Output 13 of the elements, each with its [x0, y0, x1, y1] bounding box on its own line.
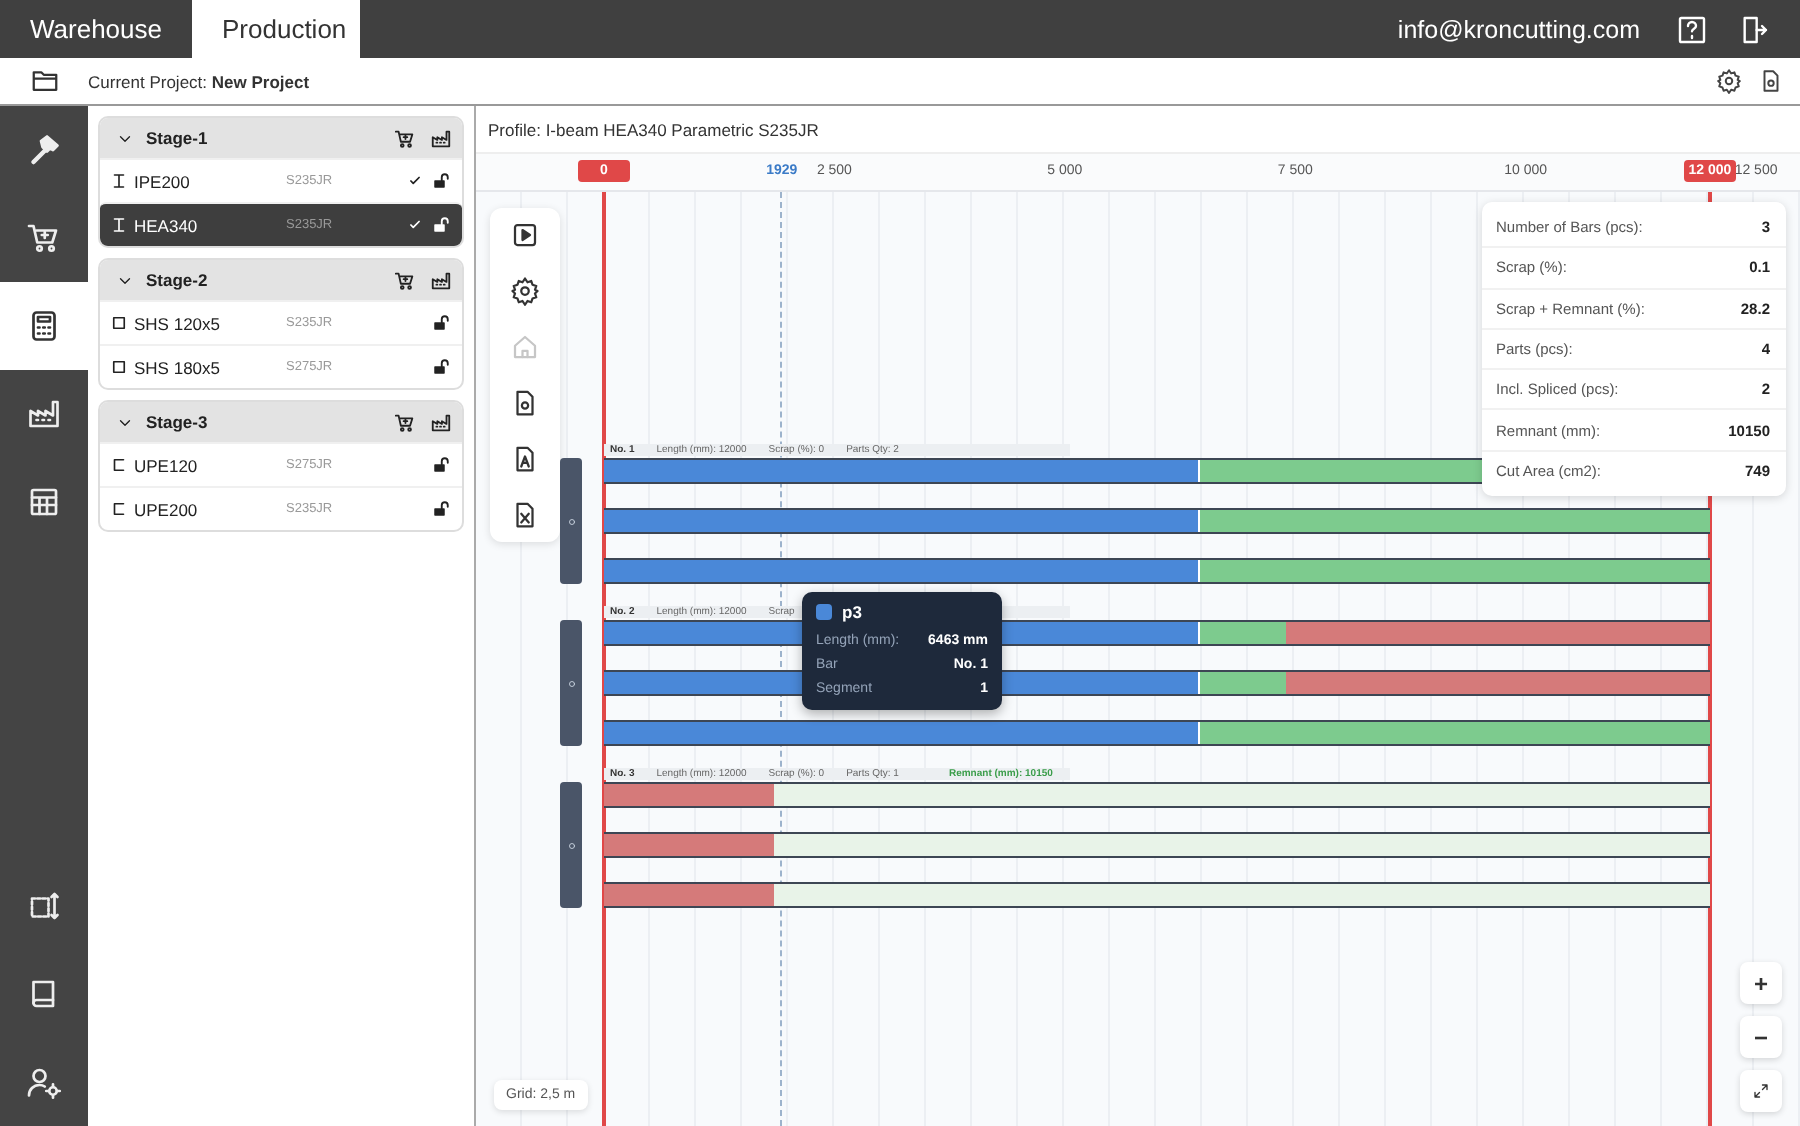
profile-name: IPE200: [134, 171, 192, 191]
stage-name: Stage-2: [146, 270, 208, 290]
profile-name: HEA340: [134, 215, 200, 235]
current-project: Current Project: New Project: [88, 71, 310, 91]
stage-name: Stage-1: [146, 128, 208, 148]
profile-name: UPE120: [134, 455, 200, 475]
stage-name: Stage-3: [146, 412, 208, 432]
profile-name: SHS 180x5: [134, 357, 222, 377]
profile-title: Profile: I-beam HEA340 Parametric S235JR: [488, 119, 819, 139]
tooltip-title: p3: [842, 602, 862, 622]
profile-name: SHS 120x5: [134, 313, 222, 333]
profile-name: UPE200: [134, 499, 200, 519]
user-email: info@kroncutting.com: [1397, 15, 1640, 43]
